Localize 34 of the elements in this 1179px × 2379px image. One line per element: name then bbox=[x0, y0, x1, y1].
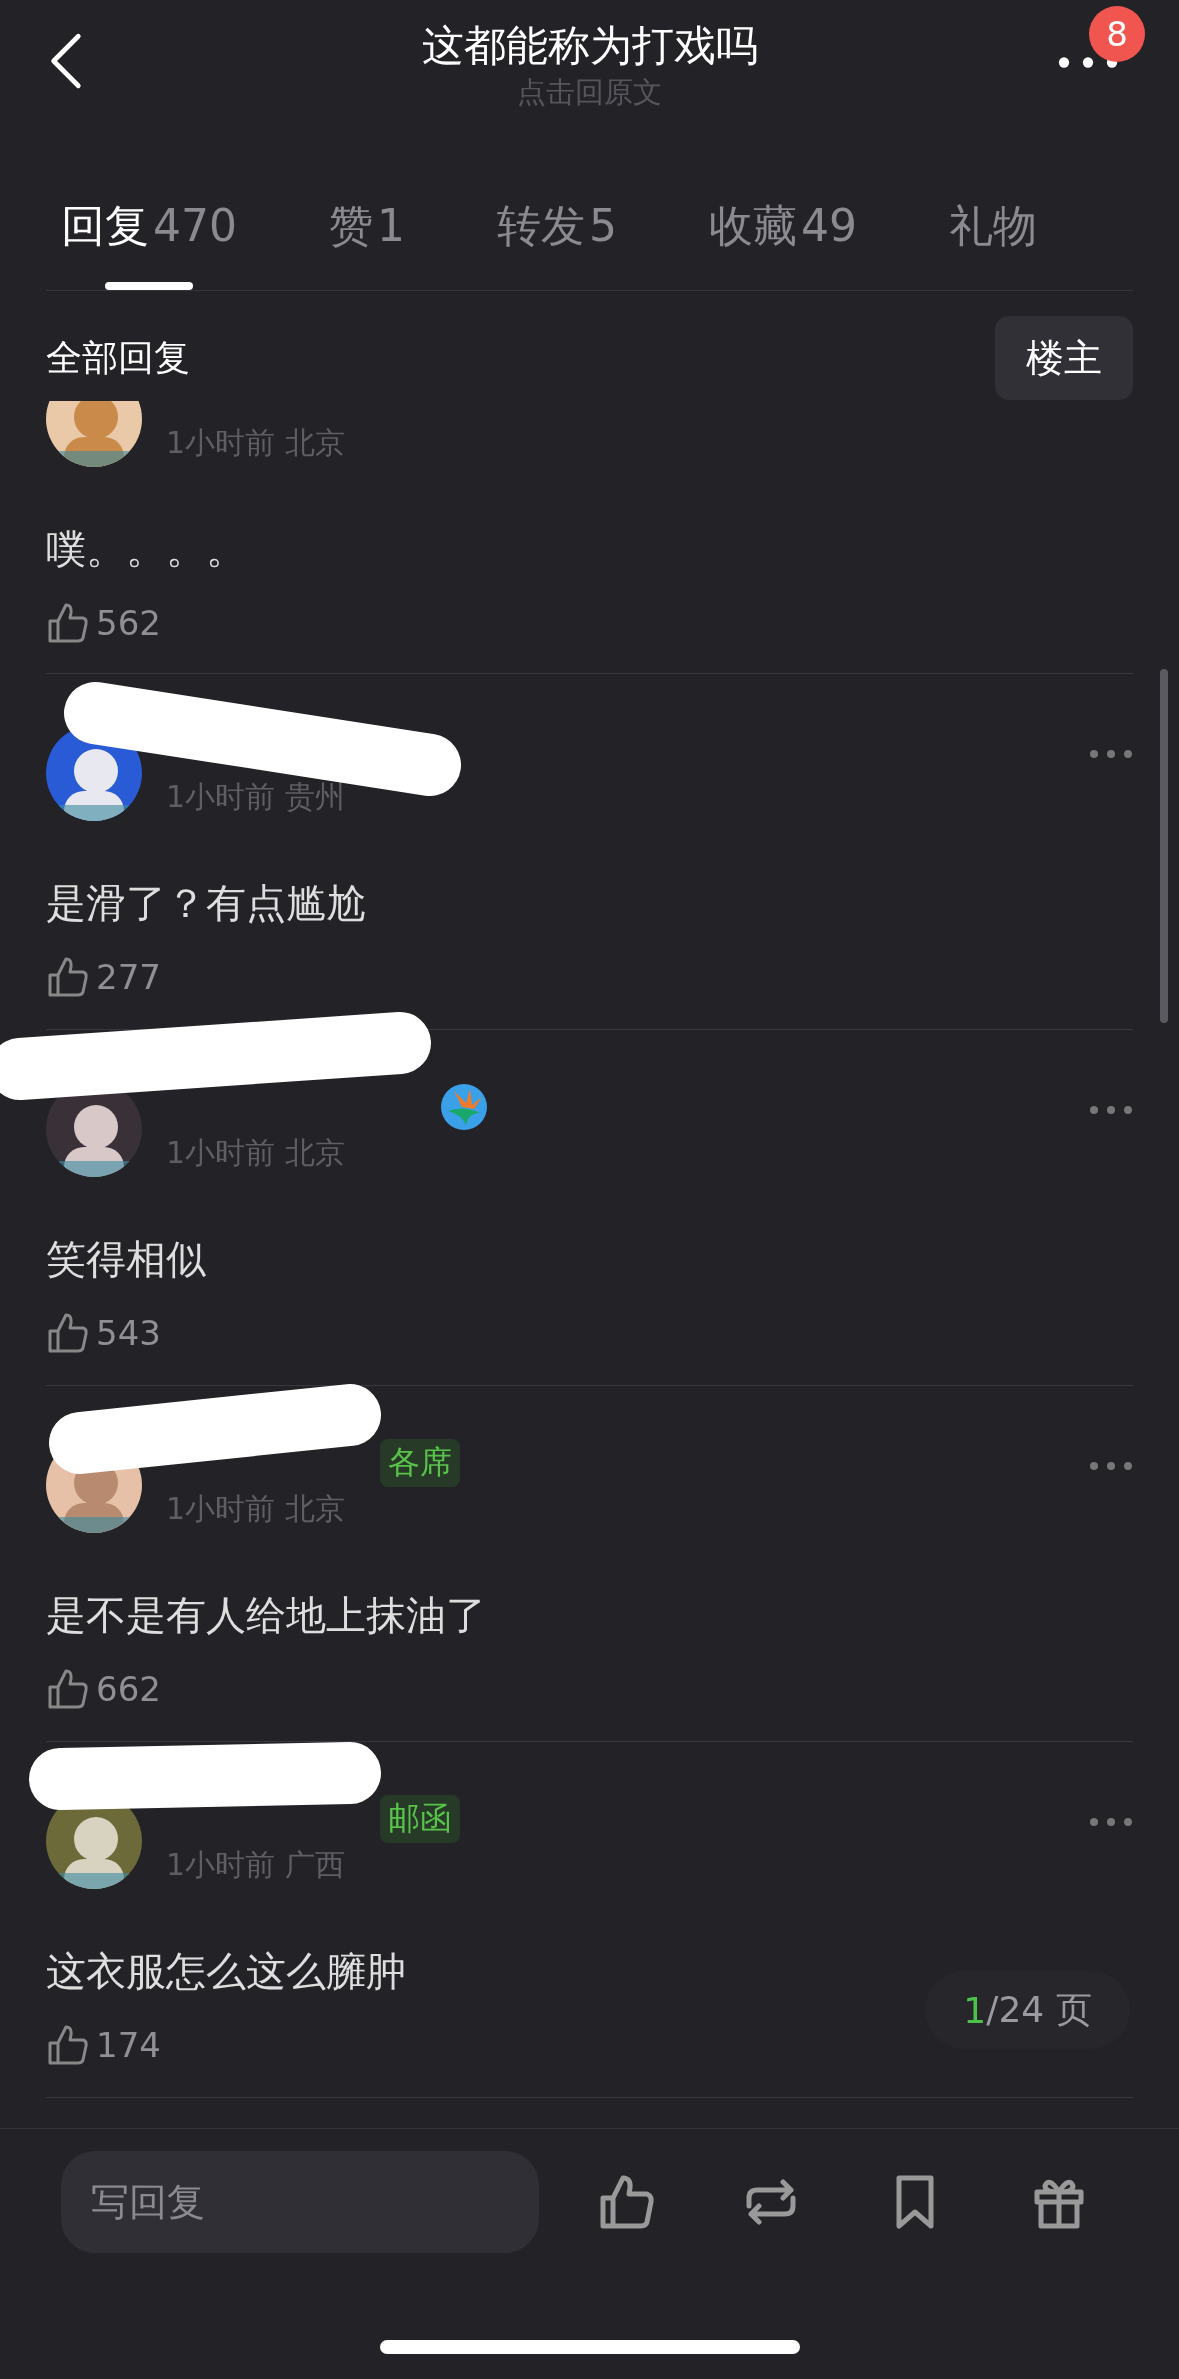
user-tag: 邮函 bbox=[380, 1795, 460, 1843]
like-count: 277 bbox=[96, 957, 161, 997]
section-title: 全部回复 bbox=[46, 335, 190, 380]
thumbs-up-icon[interactable] bbox=[46, 2023, 90, 2067]
like-count: 543 bbox=[96, 1313, 161, 1353]
reply-input-field[interactable]: 写回复 bbox=[61, 2151, 539, 2253]
like-count: 562 bbox=[96, 603, 161, 643]
tab[interactable]: 赞 1 bbox=[329, 150, 405, 290]
comment-text: 这衣服怎么这么臃肿 bbox=[46, 1947, 407, 1996]
thumbs-up-icon[interactable] bbox=[46, 601, 90, 645]
comment-text: 是滑了？有点尴尬 bbox=[46, 879, 367, 928]
like-count: 662 bbox=[96, 1669, 161, 1709]
tab[interactable]: 回复470 bbox=[61, 150, 237, 290]
post-title: 这都能称为打戏吗 bbox=[421, 20, 758, 72]
thumbs-up-icon[interactable] bbox=[46, 1311, 90, 1355]
comment-text: 噗。。。。 bbox=[46, 525, 247, 574]
comment-meta: 1小时前 北京 bbox=[166, 1490, 346, 1528]
comment-text: 是不是有人给地上抹油了 bbox=[46, 1591, 487, 1640]
page-indicator[interactable]: 1/24 页 bbox=[925, 1971, 1130, 2049]
tab[interactable]: 收藏49 bbox=[709, 150, 857, 290]
user-tag: 各席 bbox=[380, 1439, 460, 1487]
comment-meta: 1小时前 北京 bbox=[166, 424, 346, 462]
flower-badge-icon bbox=[440, 1083, 488, 1131]
tab[interactable]: 转发 5 bbox=[497, 150, 617, 290]
notification-badge: 8 bbox=[1089, 6, 1145, 62]
like-count: 174 bbox=[96, 2025, 161, 2065]
thumbs-up-icon[interactable] bbox=[46, 1667, 90, 1711]
comment-text: 笑得相似 bbox=[46, 1235, 207, 1284]
comment-meta: 1小时前 广西 bbox=[166, 1846, 346, 1884]
comment-meta: 1小时前 贵州 bbox=[166, 778, 346, 816]
thumbs-up-icon[interactable] bbox=[46, 955, 90, 999]
op-only-button[interactable]: 楼主 bbox=[995, 316, 1133, 400]
tab[interactable]: 礼物 bbox=[949, 150, 1037, 290]
comment-meta: 1小时前 北京 bbox=[166, 1134, 346, 1172]
